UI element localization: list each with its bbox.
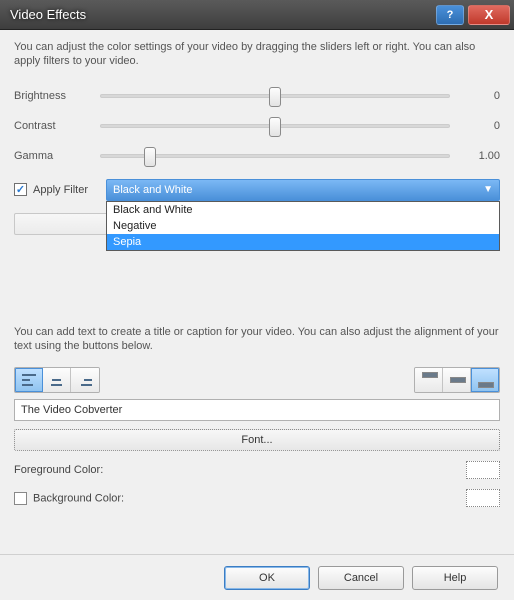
align-right-icon [78, 374, 92, 386]
contrast-thumb[interactable] [269, 117, 281, 137]
brightness-label: Brightness [14, 90, 96, 102]
caption-description: You can add text to create a title or ca… [14, 325, 500, 354]
align-center-button[interactable] [43, 368, 71, 392]
apply-filter-checkbox[interactable]: ✓ [14, 183, 27, 196]
align-left-icon [22, 374, 36, 386]
gamma-row: Gamma 1.00 [14, 143, 500, 169]
align-right-button[interactable] [71, 368, 99, 392]
contrast-value: 0 [460, 120, 500, 132]
cancel-button[interactable]: Cancel [318, 566, 404, 590]
fg-color-swatch[interactable] [466, 461, 500, 479]
brightness-value: 0 [460, 90, 500, 102]
gamma-label: Gamma [14, 150, 96, 162]
filter-option-negative[interactable]: Negative [107, 218, 499, 234]
font-button[interactable]: Font... [14, 429, 500, 451]
apply-filter-row: ✓ Apply Filter Black and White ▼ Black a… [14, 179, 500, 201]
fg-color-label: Foreground Color: [14, 464, 103, 476]
bg-color-checkbox[interactable] [14, 492, 27, 505]
contrast-row: Contrast 0 [14, 113, 500, 139]
bg-color-text: Background Color: [33, 492, 124, 504]
filter-selected[interactable]: Black and White ▼ [106, 179, 500, 201]
gamma-value: 1.00 [460, 150, 500, 162]
filter-dropdown[interactable]: Black and White ▼ Black and White Negati… [106, 179, 500, 201]
bg-color-row: Background Color: [14, 489, 500, 507]
brightness-thumb[interactable] [269, 87, 281, 107]
gamma-slider[interactable] [100, 154, 450, 158]
ok-button[interactable]: OK [224, 566, 310, 590]
fg-color-row: Foreground Color: [14, 461, 500, 479]
titlebar[interactable]: Video Effects ? X [0, 0, 514, 30]
alignment-row [14, 367, 500, 393]
filter-selected-text: Black and White [113, 184, 192, 196]
bg-color-label: Background Color: [14, 492, 124, 505]
brightness-slider[interactable] [100, 94, 450, 98]
align-left-button[interactable] [15, 368, 43, 392]
valign-group [414, 367, 500, 393]
valign-top-icon [422, 372, 436, 388]
dialog-footer: OK Cancel Help [0, 554, 514, 600]
filter-dropdown-list: Black and White Negative Sepia [106, 201, 500, 251]
filter-option-sepia[interactable]: Sepia [107, 234, 499, 250]
close-icon[interactable]: X [468, 5, 510, 25]
brightness-row: Brightness 0 [14, 83, 500, 109]
contrast-label: Contrast [14, 120, 96, 132]
align-center-icon [50, 374, 64, 386]
gamma-thumb[interactable] [144, 147, 156, 167]
color-description: You can adjust the color settings of you… [14, 40, 500, 69]
valign-middle-icon [450, 372, 464, 388]
chevron-down-icon: ▼ [483, 184, 493, 195]
bg-color-swatch[interactable] [466, 489, 500, 507]
halign-group [14, 367, 100, 393]
caption-input[interactable] [14, 399, 500, 421]
contrast-slider[interactable] [100, 124, 450, 128]
apply-filter-label: Apply Filter [33, 184, 88, 196]
help-button[interactable]: Help [412, 566, 498, 590]
filter-option-bw[interactable]: Black and White [107, 202, 499, 218]
valign-bottom-button[interactable] [471, 368, 499, 392]
valign-top-button[interactable] [415, 368, 443, 392]
dialog-content: You can adjust the color settings of you… [0, 30, 514, 554]
window-title: Video Effects [10, 7, 436, 22]
valign-bottom-icon [478, 372, 492, 388]
help-icon[interactable]: ? [436, 5, 464, 25]
valign-middle-button[interactable] [443, 368, 471, 392]
